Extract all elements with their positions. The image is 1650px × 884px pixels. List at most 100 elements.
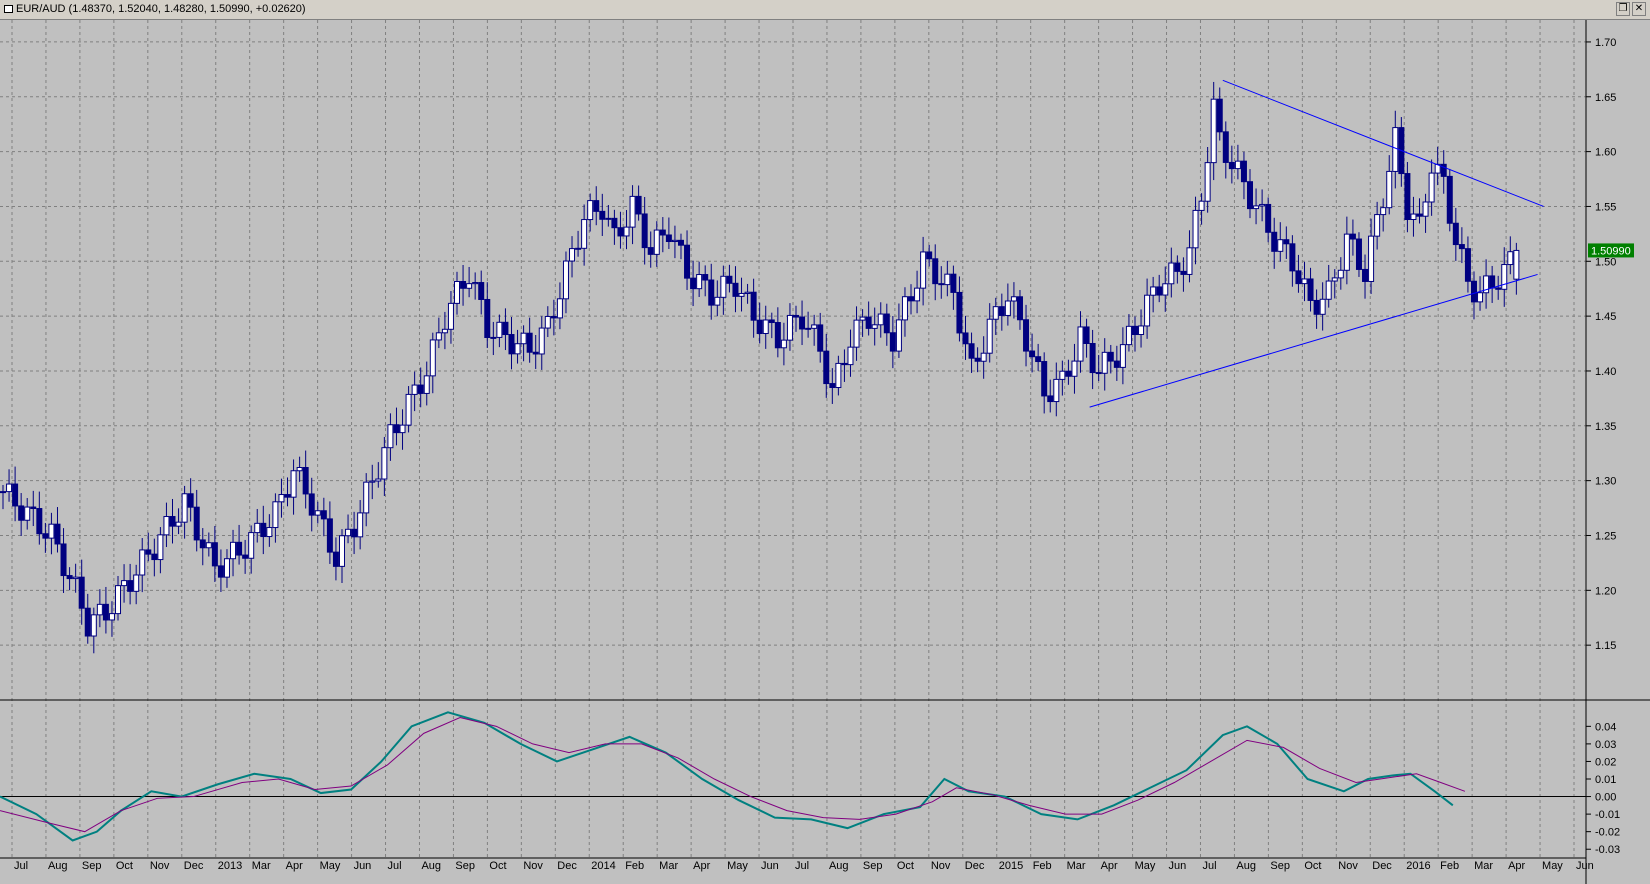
candle-body	[780, 339, 787, 349]
candle-body	[1029, 350, 1036, 358]
time-axis: Jul Aug Sep Oct Nov Dec 2013 Mar Apr May Jun Jul Aug…	[0, 857, 1594, 872]
candle-body	[895, 319, 902, 352]
price-tick-label: 1.25	[1595, 530, 1616, 542]
restore-icon[interactable]: ❐	[1616, 2, 1630, 16]
candle-body	[841, 362, 848, 366]
candle-body	[236, 541, 243, 556]
candle-body	[502, 321, 509, 336]
candle-body	[484, 298, 491, 338]
candle-body	[417, 384, 424, 394]
candle-body	[835, 362, 842, 389]
candle-body	[805, 327, 812, 330]
candle-body	[690, 277, 697, 290]
time-tick-label: Oct	[897, 860, 914, 872]
oscillator-tick-label: -0.02	[1595, 827, 1620, 839]
candle-body	[1416, 213, 1423, 217]
candle-body	[387, 424, 394, 449]
candle-body	[793, 314, 799, 318]
candle-body	[859, 316, 866, 321]
time-tick-label: Apr	[286, 860, 303, 872]
candle-body	[375, 478, 382, 482]
candle-body	[920, 251, 927, 289]
candle-body	[677, 239, 684, 246]
candle-body	[1410, 213, 1417, 221]
candle-body	[799, 316, 806, 330]
candle-body	[145, 549, 152, 555]
oscillator-tick-label: -0.03	[1595, 844, 1620, 856]
candle-body	[696, 274, 703, 290]
time-tick-label: Jun	[761, 860, 779, 872]
candle-body	[714, 296, 721, 306]
candle-body	[139, 549, 146, 576]
candle-body	[1174, 262, 1181, 272]
candle-body	[587, 200, 594, 221]
time-tick-label: Jul	[1202, 860, 1216, 872]
candle-body	[853, 319, 860, 348]
candle-body	[157, 534, 164, 561]
time-tick-label: Dec	[184, 860, 204, 872]
candle-body	[24, 506, 31, 521]
candle-body	[829, 383, 836, 389]
candle-body	[338, 535, 345, 567]
candle-body	[205, 542, 212, 549]
candle-body	[357, 512, 364, 538]
time-tick-label: Aug	[829, 860, 849, 872]
oscillator-tick-label: -0.01	[1595, 809, 1620, 821]
price-tick-label: 1.20	[1595, 585, 1616, 597]
candle-body	[1452, 222, 1459, 246]
candle-body	[968, 343, 975, 359]
candle-body	[635, 195, 642, 215]
candle-body	[998, 306, 1005, 316]
candle-body	[786, 314, 793, 341]
candle-body	[1362, 268, 1369, 282]
candle-body	[1053, 378, 1060, 403]
candle-body	[1380, 207, 1387, 216]
candle-body	[12, 483, 19, 507]
candle-body	[199, 539, 206, 549]
time-tick-label: Apr	[1508, 860, 1525, 872]
time-tick-label: Nov	[523, 860, 543, 872]
time-tick-label: Apr	[1101, 860, 1118, 872]
time-tick-label: May	[727, 860, 748, 872]
time-tick-label: Jun	[1576, 860, 1594, 872]
candle-body	[133, 574, 140, 592]
candle-body	[1035, 356, 1042, 363]
candle-body	[665, 234, 672, 243]
time-tick-label: Dec	[1372, 860, 1392, 872]
candle-body	[986, 318, 993, 354]
candle-body	[1089, 342, 1096, 374]
candle-body	[1368, 235, 1375, 282]
candle-body	[48, 523, 55, 539]
candle-body	[1077, 326, 1084, 362]
price-tick-label: 1.50	[1595, 256, 1616, 268]
time-tick-label: May	[320, 860, 341, 872]
candle-body	[1307, 278, 1314, 301]
oscillator-series	[0, 717, 1466, 833]
candle-body	[60, 543, 67, 577]
candle-body	[1301, 278, 1308, 285]
close-icon[interactable]: ✕	[1632, 2, 1646, 16]
candle-body	[1470, 280, 1477, 303]
time-tick-label: Feb	[1033, 860, 1052, 872]
candle-body	[1458, 244, 1465, 250]
candle-body	[514, 343, 521, 355]
candle-body	[508, 334, 515, 355]
candle-body	[1513, 249, 1520, 280]
time-tick-label: Dec	[965, 860, 985, 872]
candle-body	[260, 522, 267, 538]
candle-body	[181, 493, 188, 523]
candle-body	[0, 491, 6, 494]
title-bar: EUR/AUD (1.48370, 1.52040, 1.48280, 1.50…	[0, 0, 1650, 20]
candle-body	[914, 287, 921, 302]
time-tick-label: Sep	[863, 860, 883, 872]
candle-body	[84, 607, 91, 637]
candle-body	[532, 351, 539, 355]
candle-body	[944, 273, 951, 286]
candle-body	[1204, 162, 1211, 202]
candle-body	[466, 283, 473, 289]
candle-body	[974, 357, 981, 362]
candle-body	[569, 248, 576, 262]
candle-body	[36, 508, 43, 535]
candle-body	[447, 302, 454, 330]
candle-body	[1477, 292, 1484, 303]
